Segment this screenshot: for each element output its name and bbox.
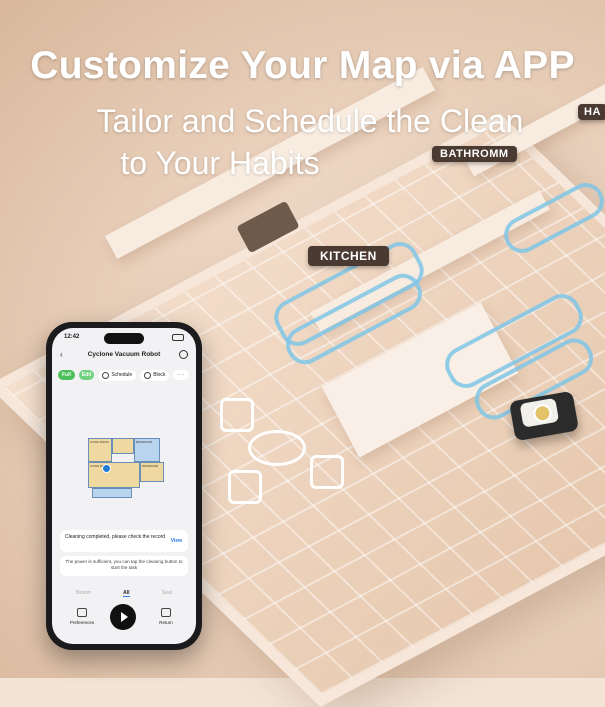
chip-schedule[interactable]: Schedule [98,369,137,381]
chip-edit[interactable]: Edit [78,370,95,380]
block-icon [144,371,152,379]
return-label: Return [159,620,173,625]
tab-broom[interactable]: Broom [76,590,91,597]
dining-table [248,430,306,466]
app-nav-bar: ‹ Cyclone Vacuum Robot [52,348,196,362]
room-tag-bathroom: BATHROMM [432,146,517,162]
preferences-label: Preferences [69,620,95,625]
app-title: Cyclone Vacuum Robot [87,351,161,358]
map-room[interactable]: LIVING ROOM [88,462,140,488]
dynamic-island [104,333,144,344]
map-room[interactable]: LIVING ROOM [88,438,112,462]
chair [228,470,262,504]
room-map[interactable]: LIVING ROOM BATHROOM LIVING ROOM BATHROO… [88,434,164,500]
start-cleaning-button[interactable] [110,604,136,630]
notification-text: Cleaning completed, please check the rec… [65,534,166,540]
chip-block[interactable]: Block [140,369,170,381]
phone-mockup: 12:42 ‹ Cyclone Vacuum Robot Full Edit S… [46,322,202,650]
preferences-button[interactable]: Preferences [64,608,100,625]
robot-location-icon [102,464,111,473]
chip-block-label: Block [153,372,166,378]
notification-card: Cleaning completed, please check the rec… [60,530,188,552]
map-room[interactable]: BATHROOM [134,438,160,462]
chip-full[interactable]: Full [58,370,75,380]
chip-schedule-label: Schedule [111,372,133,378]
banner-subline-1: Tailor and Schedule the Clean [96,103,524,139]
map-room[interactable] [92,488,132,498]
tab-all[interactable]: All [123,590,130,597]
banner-subline-2: to Your Habits [120,145,320,181]
power-tip-text: The power is sufficient, you can tap the… [65,559,183,570]
view-link[interactable]: View [171,538,182,544]
room-tag-kitchen: KITCHEN [308,246,389,266]
power-tip-card: The power is sufficient, you can tap the… [60,556,188,576]
dock-icon [161,608,171,617]
bottom-action-bar: Preferences Return [52,602,196,636]
settings-icon[interactable] [179,350,188,359]
chair [220,398,254,432]
banner-headline: Customize Your Map via APP [30,44,575,87]
mode-tabs: Broom All Seal [60,590,188,597]
battery-icon [172,334,184,341]
app-screen: 12:42 ‹ Cyclone Vacuum Robot Full Edit S… [52,328,196,644]
status-time: 12:42 [64,334,80,340]
map-room[interactable] [112,438,134,454]
map-room[interactable]: BATHROOM [140,462,164,482]
clock-icon [102,371,110,379]
more-button[interactable]: ··· [173,370,190,380]
preferences-icon [77,608,87,617]
room-tag-cut-off: HA [578,104,605,120]
mode-chips: Full Edit Schedule Block ··· [58,368,190,382]
chair [310,455,344,489]
tab-seal[interactable]: Seal [162,590,172,597]
return-button[interactable]: Return [148,608,184,625]
more-icon: ··· [177,372,186,378]
